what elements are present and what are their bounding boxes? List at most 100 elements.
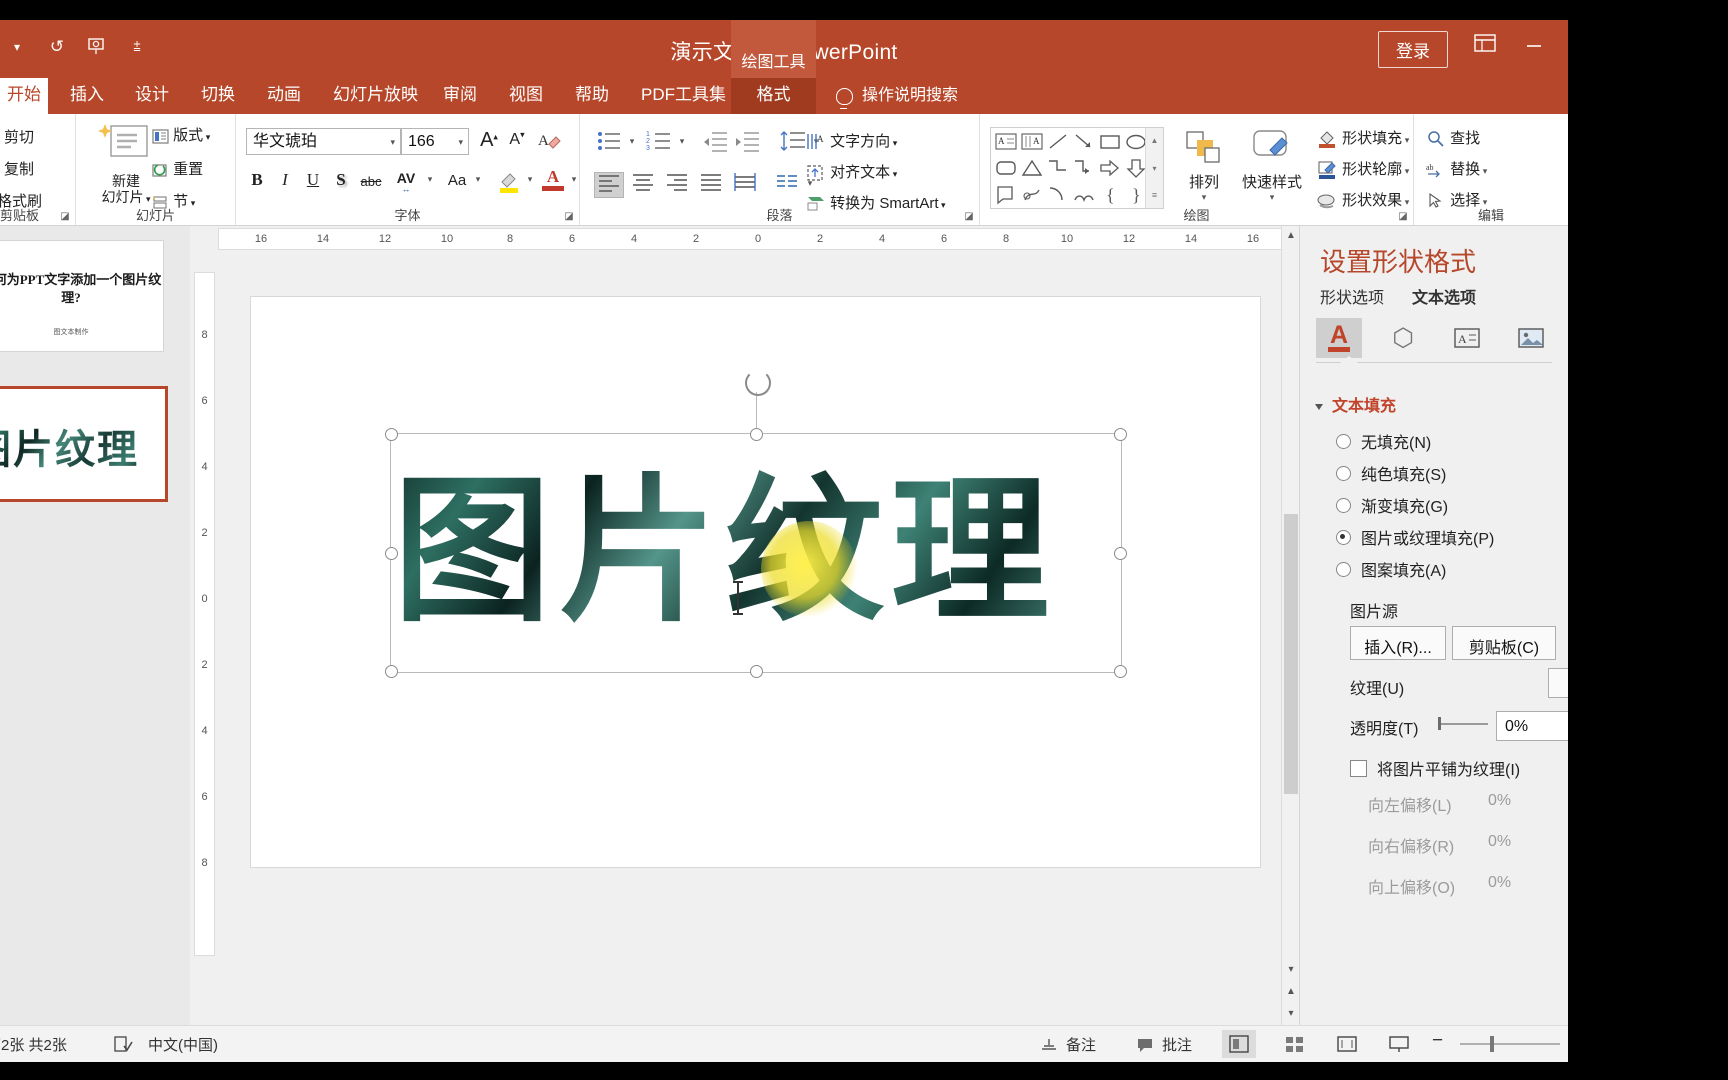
transparency-slider-knob[interactable] <box>1438 717 1441 730</box>
resize-handle-tr[interactable] <box>1114 428 1127 441</box>
zoom-slider-knob[interactable] <box>1490 1036 1494 1052</box>
minimize-icon[interactable] <box>1524 34 1544 56</box>
pane-tab-text-options[interactable]: 文本选项 <box>1412 284 1476 308</box>
shape-right-arrow[interactable] <box>1097 156 1123 182</box>
tab-transitions[interactable]: 切换 <box>188 78 248 114</box>
text-highlight-dropdown[interactable]: ▾ <box>524 174 536 185</box>
slide-thumbnail-1[interactable]: 如何为PPT文字添加一个图片纹理? 图文本制作 <box>0 240 164 352</box>
change-case-button[interactable]: Aa <box>442 172 472 189</box>
font-color-button[interactable]: A <box>538 168 568 191</box>
resize-handle-tm[interactable] <box>750 428 763 441</box>
align-right-button[interactable] <box>662 172 692 197</box>
previous-slide-button[interactable]: ▲ <box>1282 982 1300 1002</box>
distribute-button[interactable] <box>730 172 760 197</box>
shape-elbow-connector[interactable] <box>1045 156 1071 182</box>
tell-me-search[interactable]: 操作说明搜索 <box>836 78 958 114</box>
next-slide-button[interactable]: ▾ <box>1282 1004 1300 1024</box>
bullets-dropdown[interactable]: ▾ <box>626 136 638 147</box>
drawing-dialog-launcher[interactable]: ◪ <box>1397 211 1409 223</box>
insert-picture-button[interactable]: 插入(R)... <box>1350 626 1446 660</box>
slide-thumbnail-2[interactable]: 图片纹理 <box>0 386 168 502</box>
font-dialog-launcher[interactable]: ◪ <box>563 211 575 223</box>
tab-help[interactable]: 帮助 <box>562 78 622 114</box>
zoom-slider[interactable] <box>1460 1043 1560 1045</box>
character-spacing-dropdown[interactable]: ▾ <box>424 174 436 185</box>
reset-button[interactable]: 重置 <box>152 158 203 179</box>
transparency-field[interactable]: 0% <box>1496 711 1568 741</box>
font-color-dropdown[interactable]: ▾ <box>568 174 580 185</box>
character-spacing-button[interactable]: AV ↔ <box>388 168 424 194</box>
radio-pattern-fill[interactable]: 图案填充(A) <box>1336 557 1446 581</box>
underline-button[interactable]: U <box>300 170 326 190</box>
shapes-gallery[interactable]: A A {} ▲ ▾ ≡ <box>990 127 1164 209</box>
shape-rectangle[interactable] <box>1097 130 1123 156</box>
italic-button[interactable]: I <box>272 170 298 190</box>
comments-button[interactable]: 批注 <box>1136 1034 1192 1055</box>
justify-button[interactable] <box>696 172 726 197</box>
tab-review[interactable]: 审阅 <box>430 78 490 114</box>
arrange-button[interactable]: 排列 ▾ <box>1176 128 1232 203</box>
textbox-icon[interactable]: A <box>1444 318 1490 358</box>
zoom-out-button[interactable]: − <box>1432 1030 1443 1052</box>
quick-styles-button[interactable]: 快速样式 ▾ <box>1234 128 1310 203</box>
picture-icon[interactable] <box>1508 318 1554 358</box>
tab-pdf-tools[interactable]: PDF工具集 <box>628 78 739 114</box>
clipboard-dialog-launcher[interactable]: ◪ <box>59 211 71 223</box>
line-spacing-button[interactable] <box>778 130 808 157</box>
paragraph-dialog-launcher[interactable]: ◪ <box>963 211 975 223</box>
bullets-button[interactable] <box>594 130 624 157</box>
shape-elbow-arrow[interactable] <box>1071 156 1097 182</box>
numbering-button[interactable]: 123 <box>644 130 674 157</box>
checkbox-tile-picture-as-texture[interactable]: 将图片平铺为纹理(I) <box>1350 756 1520 780</box>
text-direction-button[interactable]: A 文字方向 ▾ <box>806 130 897 151</box>
ribbon-display-options-icon[interactable] <box>1474 34 1496 58</box>
pane-tab-shape-options[interactable]: 形状选项 <box>1320 284 1384 308</box>
radio-solid-fill[interactable]: 纯色填充(S) <box>1336 461 1446 485</box>
increase-font-size-button[interactable]: A▴ <box>476 129 502 152</box>
tab-insert[interactable]: 插入 <box>57 78 117 114</box>
scroll-down-button[interactable]: ▾ <box>1282 960 1300 980</box>
section-text-fill[interactable]: 文本填充 <box>1315 392 1396 416</box>
scrollbar-thumb[interactable] <box>1284 514 1298 794</box>
radio-picture-or-texture-fill[interactable]: 图片或纹理填充(P) <box>1336 525 1494 549</box>
align-center-button[interactable] <box>628 172 658 197</box>
shape-triangle[interactable] <box>1019 156 1045 182</box>
notes-button[interactable]: 备注 <box>1040 1034 1096 1055</box>
slideshow-button[interactable] <box>1382 1030 1416 1058</box>
texture-picker-button[interactable] <box>1548 668 1568 698</box>
text-fill-and-outline-icon[interactable]: A <box>1316 318 1362 358</box>
clipboard-picture-button[interactable]: 剪贴板(C) <box>1452 626 1556 660</box>
resize-handle-tl[interactable] <box>385 428 398 441</box>
strikethrough-button[interactable]: abc <box>356 174 386 189</box>
rotate-handle-icon[interactable] <box>745 370 771 396</box>
shape-line[interactable] <box>1045 130 1071 156</box>
change-case-dropdown[interactable]: ▾ <box>472 174 484 185</box>
resize-handle-bm[interactable] <box>750 665 763 678</box>
increase-indent-button[interactable] <box>732 130 762 157</box>
shape-outline-button[interactable]: 形状轮廓 ▾ <box>1316 158 1409 180</box>
clear-formatting-button[interactable]: A <box>534 128 564 157</box>
resize-handle-bl[interactable] <box>385 665 398 678</box>
slide-canvas[interactable]: 图片纹理 <box>250 296 1261 868</box>
tab-view[interactable]: 视图 <box>496 78 556 114</box>
tab-design[interactable]: 设计 <box>122 78 182 114</box>
font-size-combobox[interactable]: 166 ▾ <box>401 128 469 155</box>
replace-button[interactable]: ab 替换 ▾ <box>1426 158 1487 179</box>
language-indicator[interactable]: 中文(中国) <box>148 1034 218 1055</box>
bold-button[interactable]: B <box>244 170 270 190</box>
shape-arrow[interactable] <box>1071 130 1097 156</box>
tab-home[interactable]: 开始 <box>0 78 48 114</box>
slide-thumbnail-pane[interactable]: 如何为PPT文字添加一个图片纹理? 图文本制作 图片纹理 <box>0 226 191 1026</box>
resize-handle-ml[interactable] <box>385 547 398 560</box>
shapes-gallery-scrollbar[interactable]: ▲ ▾ ≡ <box>1145 128 1163 208</box>
tab-format[interactable]: 格式 <box>731 78 816 114</box>
text-highlight-button[interactable] <box>494 168 524 199</box>
layout-button[interactable]: 版式 ▾ <box>152 124 210 145</box>
shape-rounded-rect[interactable] <box>993 156 1019 182</box>
editor-vertical-scrollbar[interactable]: ▲ ▾ ▲ ▾ <box>1281 226 1300 1026</box>
decrease-indent-button[interactable] <box>700 130 730 157</box>
resize-handle-br[interactable] <box>1114 665 1127 678</box>
reading-view-button[interactable] <box>1330 1030 1364 1058</box>
numbering-dropdown[interactable]: ▾ <box>676 136 688 147</box>
radio-gradient-fill[interactable]: 渐变填充(G) <box>1336 493 1448 517</box>
